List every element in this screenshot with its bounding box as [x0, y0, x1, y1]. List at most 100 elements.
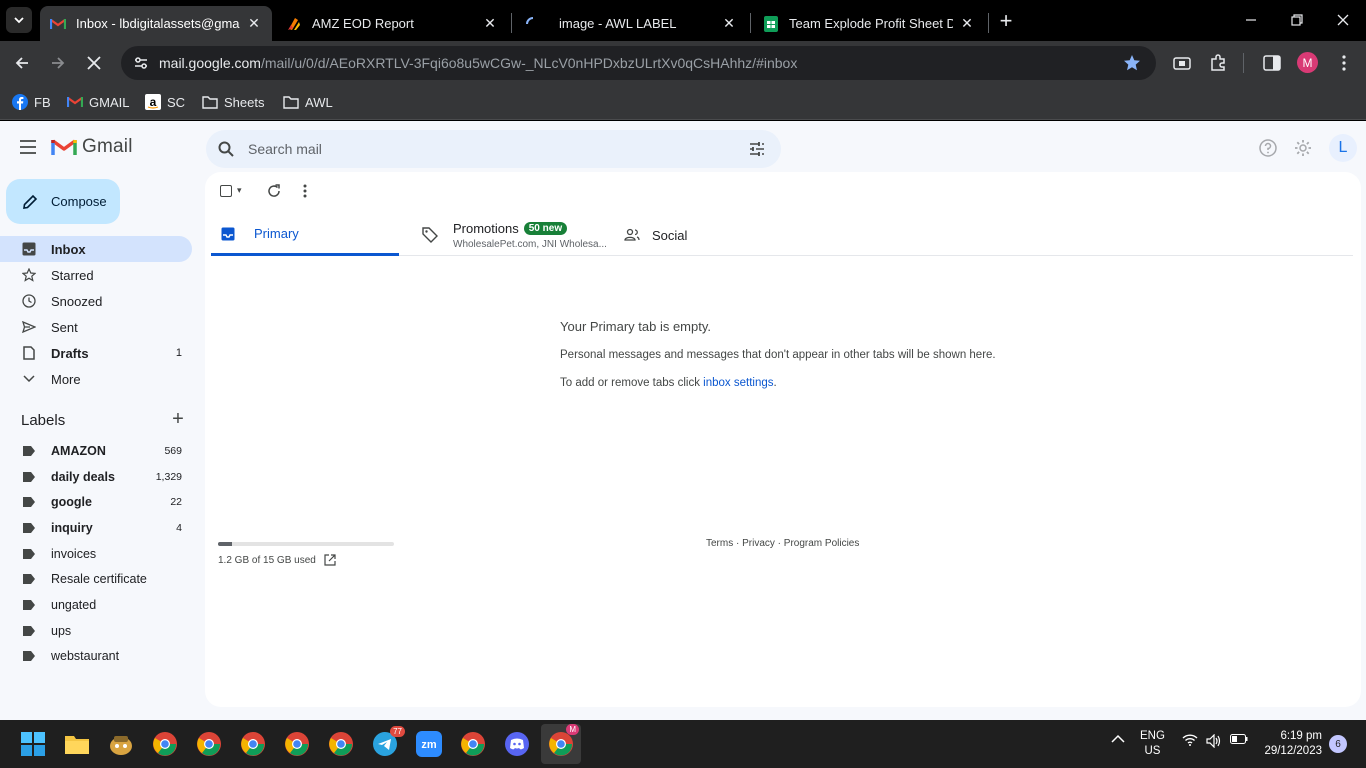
support-help-icon[interactable] [1256, 136, 1280, 160]
tab-social[interactable]: Social [623, 214, 687, 256]
empty-state-description: Personal messages and messages that don'… [560, 349, 996, 361]
bookmark-fb[interactable]: FB [12, 92, 51, 112]
close-tab-icon[interactable]: ✕ [246, 15, 262, 32]
chevron-down-icon [21, 371, 37, 387]
nav-item-snoozed[interactable]: Snoozed [0, 288, 192, 314]
create-label-button[interactable]: + [168, 408, 188, 430]
tab-label: Promotions [453, 220, 519, 236]
labels-list: AMAZON 569 daily deals 1,329 google 22 i… [0, 438, 192, 669]
search-bar[interactable] [206, 130, 781, 168]
label-count: 4 [176, 521, 182, 534]
battery-icon[interactable] [1230, 734, 1248, 744]
wifi-icon[interactable] [1182, 734, 1198, 746]
search-options-icon[interactable] [747, 139, 767, 159]
label-item[interactable]: Resale certificate [0, 566, 192, 592]
main-menu-icon[interactable] [16, 135, 40, 159]
tab-search-chevron-icon[interactable] [6, 7, 32, 33]
browser-tab-awl-label[interactable]: image - AWL LABEL ✕ [515, 6, 747, 41]
folder-icon [202, 94, 218, 110]
clock-date: 29/12/2023 [1264, 745, 1322, 757]
label-item[interactable]: webstaurant [0, 644, 192, 670]
refresh-icon[interactable] [265, 182, 283, 200]
new-tab-button[interactable]: + [995, 8, 1017, 33]
browser-tab-profit-sheet[interactable]: Team Explode Profit Sheet Dec ✕ [753, 6, 985, 41]
zoom-icon[interactable]: zm [415, 730, 443, 758]
forward-button[interactable] [46, 51, 70, 75]
label-tag-icon [22, 649, 36, 663]
open-in-new-icon[interactable] [324, 554, 336, 566]
nav-item-inbox[interactable]: Inbox [0, 236, 192, 262]
site-info-icon[interactable] [131, 53, 151, 73]
tab-primary[interactable]: Primary [211, 214, 399, 256]
side-panel-icon[interactable] [1261, 52, 1283, 74]
gmail-logo[interactable]: Gmail [51, 136, 133, 158]
nav-item-sent[interactable]: Sent [0, 314, 192, 340]
chrome-profile-6-icon[interactable] [459, 730, 487, 758]
chrome-active-window-icon[interactable]: M [541, 724, 581, 764]
close-tab-icon[interactable]: ✕ [721, 15, 737, 32]
chrome-profile-1-icon[interactable] [151, 730, 179, 758]
chrome-profile-4-icon[interactable] [283, 730, 311, 758]
bookmark-sc[interactable]: a SC [145, 92, 185, 112]
select-all-checkbox[interactable] [220, 185, 232, 197]
bookmark-sheets-folder[interactable]: Sheets [202, 92, 264, 112]
tab-promotions[interactable]: Promotions 50 new WholesalePet.com, JNI … [421, 214, 607, 256]
bookmark-awl-folder[interactable]: AWL [283, 92, 333, 112]
google-account-avatar[interactable]: L [1329, 134, 1357, 162]
volume-icon[interactable] [1206, 734, 1222, 748]
discord-icon[interactable] [503, 730, 531, 758]
minimize-button[interactable] [1239, 8, 1263, 32]
search-input[interactable] [248, 141, 728, 157]
label-item[interactable]: ungated [0, 592, 192, 618]
label-item[interactable]: invoices [0, 541, 192, 567]
windows-start-icon[interactable] [19, 730, 47, 758]
back-button[interactable] [10, 51, 34, 75]
bookmark-gmail[interactable]: GMAIL [67, 92, 129, 112]
windows-taskbar: 77 zm M ENG US 6:19 pm 29/12/2023 6 [0, 720, 1366, 768]
settings-gear-icon[interactable] [1291, 136, 1315, 160]
footer-links[interactable]: Terms · Privacy · Program Policies [706, 538, 859, 549]
browser-tab-inbox[interactable]: Inbox - lbdigitalassets@gmail.com ✕ [40, 6, 272, 41]
input-language[interactable]: ENG US [1140, 729, 1165, 759]
nav-item-drafts[interactable]: Drafts 1 [0, 340, 192, 366]
browser-tab-amz-report[interactable]: AMZ EOD Report ✕ [276, 6, 508, 41]
region-code: US [1144, 745, 1161, 757]
new-count-badge: 50 new [523, 221, 568, 235]
show-hidden-icons-chevron-icon[interactable] [1111, 734, 1125, 744]
label-item[interactable]: daily deals 1,329 [0, 464, 192, 490]
label-item[interactable]: google 22 [0, 489, 192, 515]
close-tab-icon[interactable]: ✕ [959, 15, 975, 32]
chrome-profile-avatar[interactable]: M [1297, 52, 1318, 73]
compose-button[interactable]: Compose [6, 179, 120, 224]
svg-text:a: a [150, 95, 157, 109]
chrome-menu-icon[interactable] [1333, 52, 1355, 74]
file-explorer-icon[interactable] [63, 730, 91, 758]
restore-button[interactable] [1285, 8, 1309, 32]
chrome-profile-3-icon[interactable] [239, 730, 267, 758]
inbox-settings-link[interactable]: inbox settings [703, 377, 773, 389]
more-options-icon[interactable] [296, 182, 314, 200]
nav-item-more[interactable]: More [0, 366, 192, 392]
close-window-button[interactable] [1331, 8, 1355, 32]
label-item[interactable]: AMAZON 569 [0, 438, 192, 464]
extensions-puzzle-icon[interactable] [1207, 52, 1229, 74]
address-bar[interactable]: mail.google.com/mail/u/0/d/AEoRXRTLV-3Fq… [121, 46, 1156, 80]
telegram-icon[interactable]: 77 [371, 726, 405, 758]
search-icon[interactable] [216, 139, 236, 159]
notification-count-badge[interactable]: 6 [1329, 735, 1347, 753]
gmail-icon [67, 94, 83, 110]
label-tag-icon [22, 572, 36, 586]
chrome-profile-2-icon[interactable] [195, 730, 223, 758]
bookmark-star-icon[interactable] [1122, 53, 1142, 73]
draft-icon [21, 345, 37, 361]
select-dropdown-caret-icon[interactable]: ▾ [237, 185, 242, 196]
system-clock[interactable]: 6:19 pm 29/12/2023 [1258, 729, 1322, 759]
label-item[interactable]: inquiry 4 [0, 515, 192, 541]
app-character-icon[interactable] [107, 730, 135, 758]
stop-loading-button[interactable] [82, 51, 106, 75]
close-tab-icon[interactable]: ✕ [482, 15, 498, 32]
chrome-profile-5-icon[interactable] [327, 730, 355, 758]
nav-item-starred[interactable]: Starred [0, 262, 192, 288]
cast-extension-icon[interactable] [1171, 52, 1193, 74]
label-item[interactable]: ups [0, 618, 192, 644]
